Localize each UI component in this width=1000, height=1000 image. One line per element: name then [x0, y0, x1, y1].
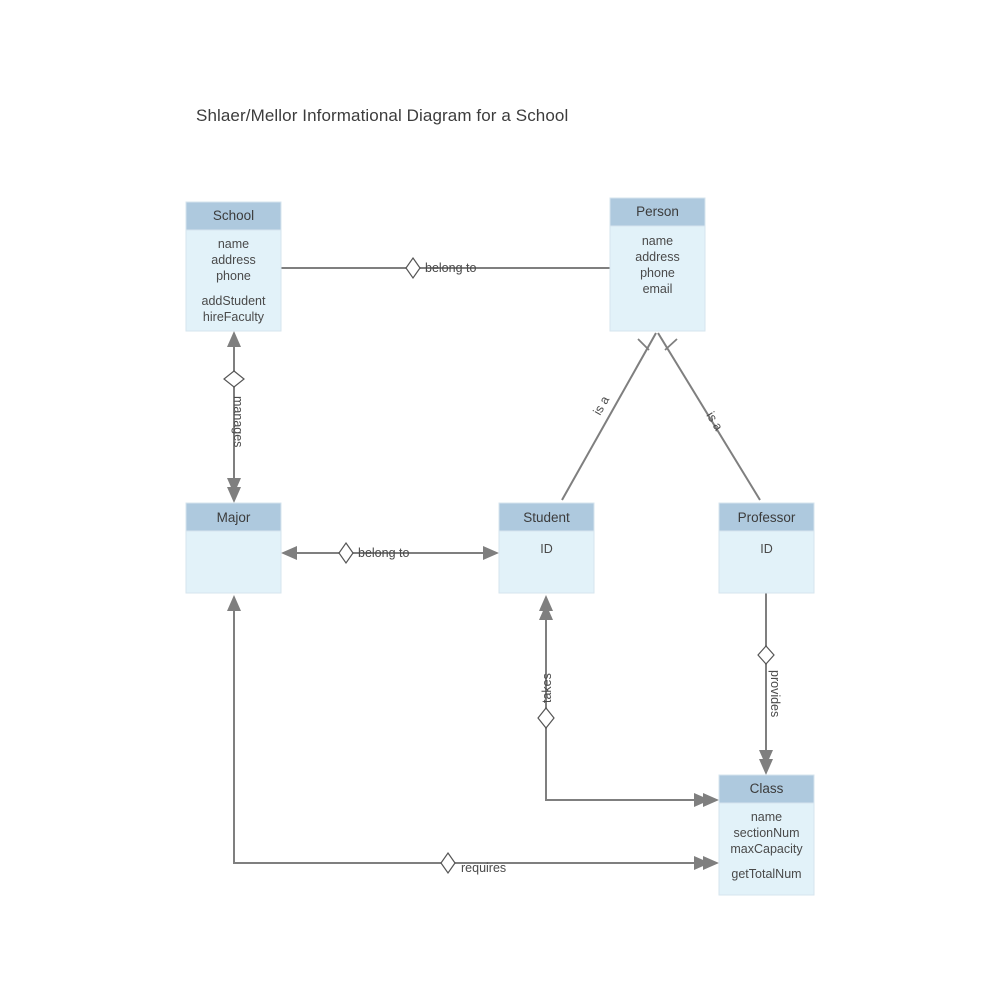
- class-attribute: email: [643, 282, 673, 296]
- aggregation-diamond-icon: [440, 851, 456, 875]
- class-attribute: address: [635, 250, 679, 264]
- relationship-professor-class[interactable]: provides: [757, 593, 782, 775]
- diagram-canvas: Shlaer/Mellor Informational Diagram for …: [0, 0, 1000, 1000]
- relationship-label: is a: [590, 394, 612, 418]
- class-box-class[interactable]: Class name sectionNum maxCapacity getTot…: [718, 774, 815, 896]
- class-attribute: name: [751, 810, 782, 824]
- relationship-line: [545, 603, 705, 801]
- relationship-person-professor[interactable]: is a: [657, 332, 761, 501]
- class-box-professor[interactable]: Professor ID: [718, 502, 815, 594]
- aggregation-diamond-icon: [537, 707, 555, 729]
- generalization-tick-icon: [637, 338, 650, 351]
- class-method: hireFaculty: [203, 310, 265, 324]
- relationship-person-student[interactable]: is a: [561, 332, 657, 501]
- class-box-school[interactable]: School name address phone addStudent hir…: [185, 201, 282, 332]
- aggregation-diamond-icon: [338, 541, 354, 565]
- relationship-school-major[interactable]: manages: [223, 331, 245, 503]
- aggregation-diamond-icon: [223, 370, 245, 388]
- class-attribute: address: [211, 253, 255, 267]
- relationship-label: manages: [231, 396, 245, 447]
- class-name: School: [213, 208, 254, 223]
- class-attribute: phone: [640, 266, 675, 280]
- class-box-student[interactable]: Student ID: [498, 502, 595, 594]
- arrow-head-right-icon: [483, 546, 499, 560]
- class-attribute: ID: [760, 542, 773, 556]
- class-box-person[interactable]: Person name address phone email: [609, 197, 706, 332]
- class-attribute: name: [642, 234, 673, 248]
- class-method: getTotalNum: [731, 867, 801, 881]
- class-box-major[interactable]: Major: [185, 502, 282, 594]
- relationship-label: provides: [768, 670, 782, 717]
- relationship-student-class[interactable]: takes: [537, 595, 719, 807]
- relationship-major-class[interactable]: requires: [227, 595, 719, 875]
- aggregation-diamond-icon: [757, 645, 775, 665]
- relationship-line: [233, 603, 705, 864]
- shlaer-mellor-diagram: belong to manages is a is a belong to ta…: [185, 197, 815, 896]
- relationship-line: [561, 332, 657, 501]
- arrow-head-left-icon: [281, 546, 297, 560]
- class-attribute: name: [218, 237, 249, 251]
- relationship-label: takes: [540, 673, 554, 703]
- relationship-label: belong to: [425, 261, 476, 275]
- class-attribute: sectionNum: [734, 826, 800, 840]
- relationship-label: requires: [461, 861, 506, 875]
- class-name: Major: [217, 510, 251, 525]
- relationship-school-person[interactable]: belong to: [281, 256, 610, 280]
- relationship-label: belong to: [358, 546, 409, 560]
- class-method: addStudent: [202, 294, 266, 308]
- class-name: Student: [523, 510, 570, 525]
- relationship-major-student[interactable]: belong to: [281, 541, 499, 565]
- generalization-tick-icon: [664, 338, 678, 351]
- arrow-head-up-icon: [227, 595, 241, 611]
- class-name: Class: [750, 781, 784, 796]
- class-name: Person: [636, 204, 679, 219]
- class-name: Professor: [738, 510, 796, 525]
- class-attribute: phone: [216, 269, 251, 283]
- class-attribute: ID: [540, 542, 553, 556]
- aggregation-diamond-icon: [405, 256, 421, 280]
- arrow-head-up-icon: [227, 331, 241, 347]
- class-attribute: maxCapacity: [730, 842, 803, 856]
